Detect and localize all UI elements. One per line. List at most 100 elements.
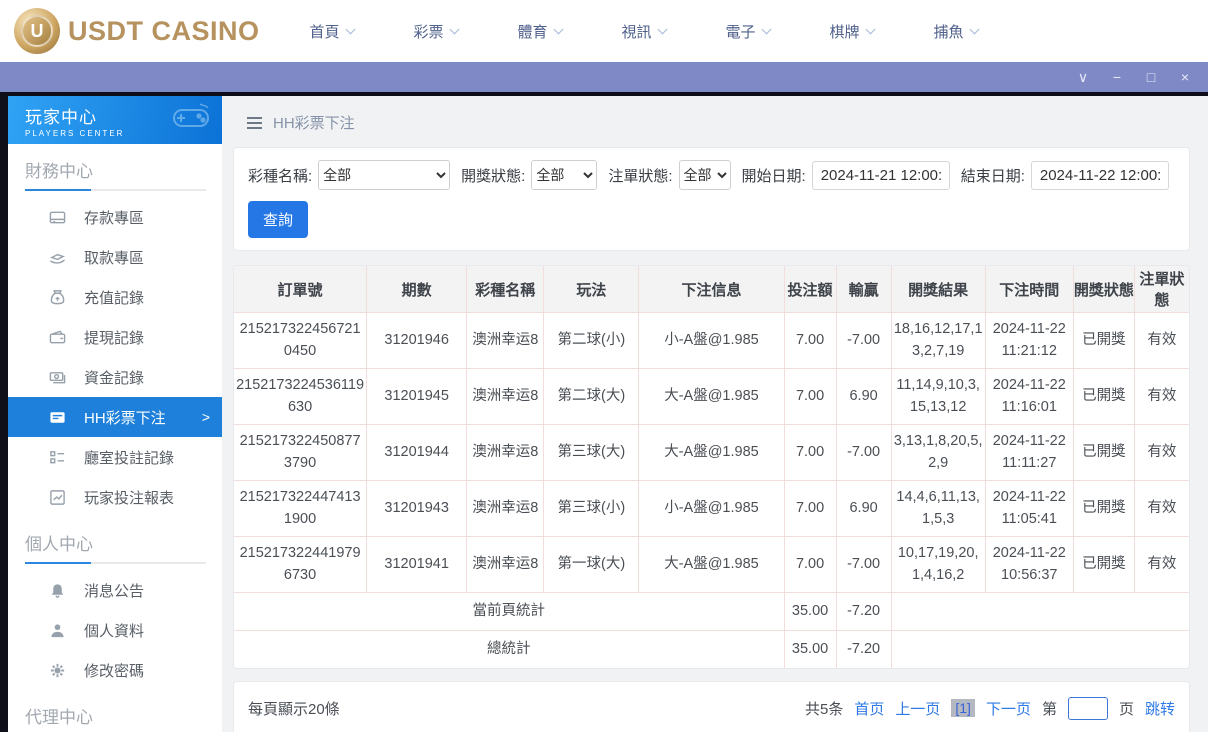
cell-order-no: 2152173224567210450 — [234, 312, 368, 369]
jump-button[interactable]: 跳转 — [1145, 698, 1175, 719]
sidebar-item-0-5[interactable]: HH彩票下注 > — [8, 397, 222, 437]
sidebar-item-0-7[interactable]: 玩家投注報表 — [8, 477, 222, 517]
sidebar-item-0-0[interactable]: 存款專區 — [8, 197, 222, 237]
nav-item-4[interactable]: 電子 — [696, 21, 800, 42]
cell-bet-info: 小-A盤@1.985 — [638, 480, 785, 537]
chevron-down-icon — [657, 24, 667, 34]
lottery-ticket-icon — [49, 408, 67, 426]
sidebar-item-label: 消息公告 — [84, 582, 145, 600]
page-size-text: 每頁顯示20條 — [248, 700, 340, 718]
gamepad-icon — [170, 102, 212, 132]
summary-winloss-total: -7.20 — [835, 630, 892, 668]
sidebar-item-1-0[interactable]: 消息公告 — [8, 570, 222, 610]
chevron-down-icon — [969, 24, 979, 34]
end-date-label: 結束日期: — [960, 167, 1025, 185]
checklist-icon — [49, 448, 67, 466]
summary-label: 總統計 — [234, 630, 785, 668]
sidebar-item-label: 廳室投註記錄 — [84, 449, 175, 467]
sidebar-item-0-6[interactable]: 廳室投註記錄 — [8, 437, 222, 477]
nav-item-label: 體育 — [517, 23, 548, 41]
nav-item-2[interactable]: 體育 — [488, 21, 592, 42]
table-row: 2152173224536119630 31201945 澳洲幸运8 第二球(大) 大-… — [234, 368, 1189, 425]
draw-status-select[interactable]: 全部 — [531, 160, 598, 190]
cell-win-loss: 6.90 — [835, 368, 892, 425]
close-icon[interactable]: × — [1178, 70, 1192, 84]
chevron-down-icon[interactable]: ∨ — [1076, 70, 1090, 84]
cell-bet-info: 大-A盤@1.985 — [638, 536, 785, 593]
col-header-lottery-name: 彩種名稱 — [466, 266, 545, 313]
sidebar-item-1-1[interactable]: 個人資料 — [8, 610, 222, 650]
col-header-order-no: 訂單號 — [234, 266, 368, 313]
nav-item-3[interactable]: 視訊 — [592, 21, 696, 42]
nav-item-5[interactable]: 棋牌 — [800, 21, 904, 42]
sidebar-item-0-3[interactable]: 提現記錄 — [8, 317, 222, 357]
cell-win-loss: 6.90 — [835, 480, 892, 537]
summary-bet-total: 35.00 — [783, 630, 837, 668]
end-date-input[interactable] — [1030, 160, 1169, 190]
col-header-period: 期數 — [366, 266, 468, 313]
cell-order-no: 2152173224419796730 — [234, 536, 368, 593]
sidebar-item-label: 資金記錄 — [84, 369, 145, 387]
cell-draw-status: 已開獎 — [1072, 536, 1135, 593]
main-panel: HH彩票下注 彩種名稱: 全部 開獎狀態: 全部 注單狀態: 全部 開始日期: … — [222, 96, 1208, 732]
draw-status-label: 開獎狀態: — [461, 167, 526, 185]
filter-panel: 彩種名稱: 全部 開獎狀態: 全部 注單狀態: 全部 開始日期: 2024-11… — [233, 147, 1190, 251]
sidebar: 玩家中心 PLAYERS CENTER 財務中心 存款專區 取款專區 充值記錄 提現記錄… — [8, 96, 222, 732]
nav-item-1[interactable]: 彩票 — [384, 21, 488, 42]
nav-item-label: 捕魚 — [933, 23, 964, 41]
cell-draw-status: 已開獎 — [1072, 368, 1135, 425]
cell-lottery-name: 澳洲幸运8 — [466, 480, 545, 537]
minimize-icon[interactable]: − — [1110, 70, 1124, 84]
cell-order-no: 2152173224474131900 — [234, 480, 368, 537]
table-row: 2152173224474131900 31201943 澳洲幸运8 第三球(小) 小-… — [234, 480, 1189, 537]
sidebar-item-label: 個人資料 — [84, 622, 145, 640]
cell-draw-result: 3,13,1,8,20,5,2,9 — [890, 424, 986, 481]
summary-bet-total: 35.00 — [783, 592, 837, 631]
cell-order-status: 有效 — [1133, 368, 1189, 425]
prev-page-link[interactable]: 上一页 — [895, 698, 940, 719]
section-title: 財務中心 — [25, 162, 93, 181]
nav-item-label: 視訊 — [621, 23, 652, 41]
sidebar-item-label: 修改密碼 — [84, 662, 145, 680]
cell-period: 31201945 — [366, 368, 468, 425]
cell-order-status: 有效 — [1133, 312, 1189, 369]
lottery-name-label: 彩種名稱: — [248, 167, 313, 185]
sidebar-item-label: 提現記錄 — [84, 329, 145, 347]
cell-draw-result: 14,4,6,11,13,1,5,3 — [890, 480, 986, 537]
sidebar-item-0-2[interactable]: 充值記錄 — [8, 277, 222, 317]
sidebar-item-0-1[interactable]: 取款專區 — [8, 237, 222, 277]
cell-draw-result: 10,17,19,20,1,4,16,2 — [890, 536, 986, 593]
cell-bet-time: 2024-11-22 11:16:01 — [984, 368, 1074, 425]
sidebar-item-label: 存款專區 — [84, 209, 145, 227]
chevron-down-icon — [449, 24, 459, 34]
bets-table-panel: 訂單號 期數 彩種名稱 玩法 下注信息 投注額 輸贏 開獎結果 下注時間 開獎狀態 注單狀態 215… — [233, 265, 1190, 669]
cell-bet-amount: 7.00 — [783, 536, 837, 593]
nav-item-0[interactable]: 首頁 — [280, 21, 384, 42]
site-title: USDT CASINO — [68, 15, 260, 46]
cell-order-status: 有效 — [1133, 480, 1189, 537]
maximize-icon[interactable]: □ — [1144, 70, 1158, 84]
cell-bet-info: 大-A盤@1.985 — [638, 368, 785, 425]
summary-empty — [890, 630, 1189, 668]
lottery-name-select[interactable]: 全部 — [318, 160, 451, 190]
nav-item-6[interactable]: 捕魚 — [904, 21, 1008, 42]
page-jump-input[interactable] — [1067, 696, 1108, 720]
search-button[interactable]: 查詢 — [248, 201, 309, 238]
first-page-link[interactable]: 首页 — [854, 698, 884, 719]
cell-bet-amount: 7.00 — [783, 368, 837, 425]
coin-logo-icon: U — [14, 8, 60, 54]
hamburger-menu-icon[interactable] — [247, 116, 262, 129]
cell-period: 31201943 — [366, 480, 468, 537]
bell-icon — [49, 581, 67, 599]
window-title-bar: ∨ − □ × — [0, 62, 1208, 92]
cell-play-type: 第一球(大) — [543, 536, 640, 593]
order-status-select[interactable]: 全部 — [678, 160, 731, 190]
nav-item-label: 彩票 — [413, 23, 444, 41]
site-logo[interactable]: U USDT CASINO — [0, 8, 260, 54]
next-page-link[interactable]: 下一页 — [986, 698, 1031, 719]
start-date-input[interactable] — [811, 160, 950, 190]
sidebar-item-0-4[interactable]: 資金記錄 — [8, 357, 222, 397]
cell-bet-info: 大-A盤@1.985 — [638, 424, 785, 481]
cell-lottery-name: 澳洲幸运8 — [466, 312, 545, 369]
sidebar-item-1-2[interactable]: 修改密碼 — [8, 650, 222, 690]
